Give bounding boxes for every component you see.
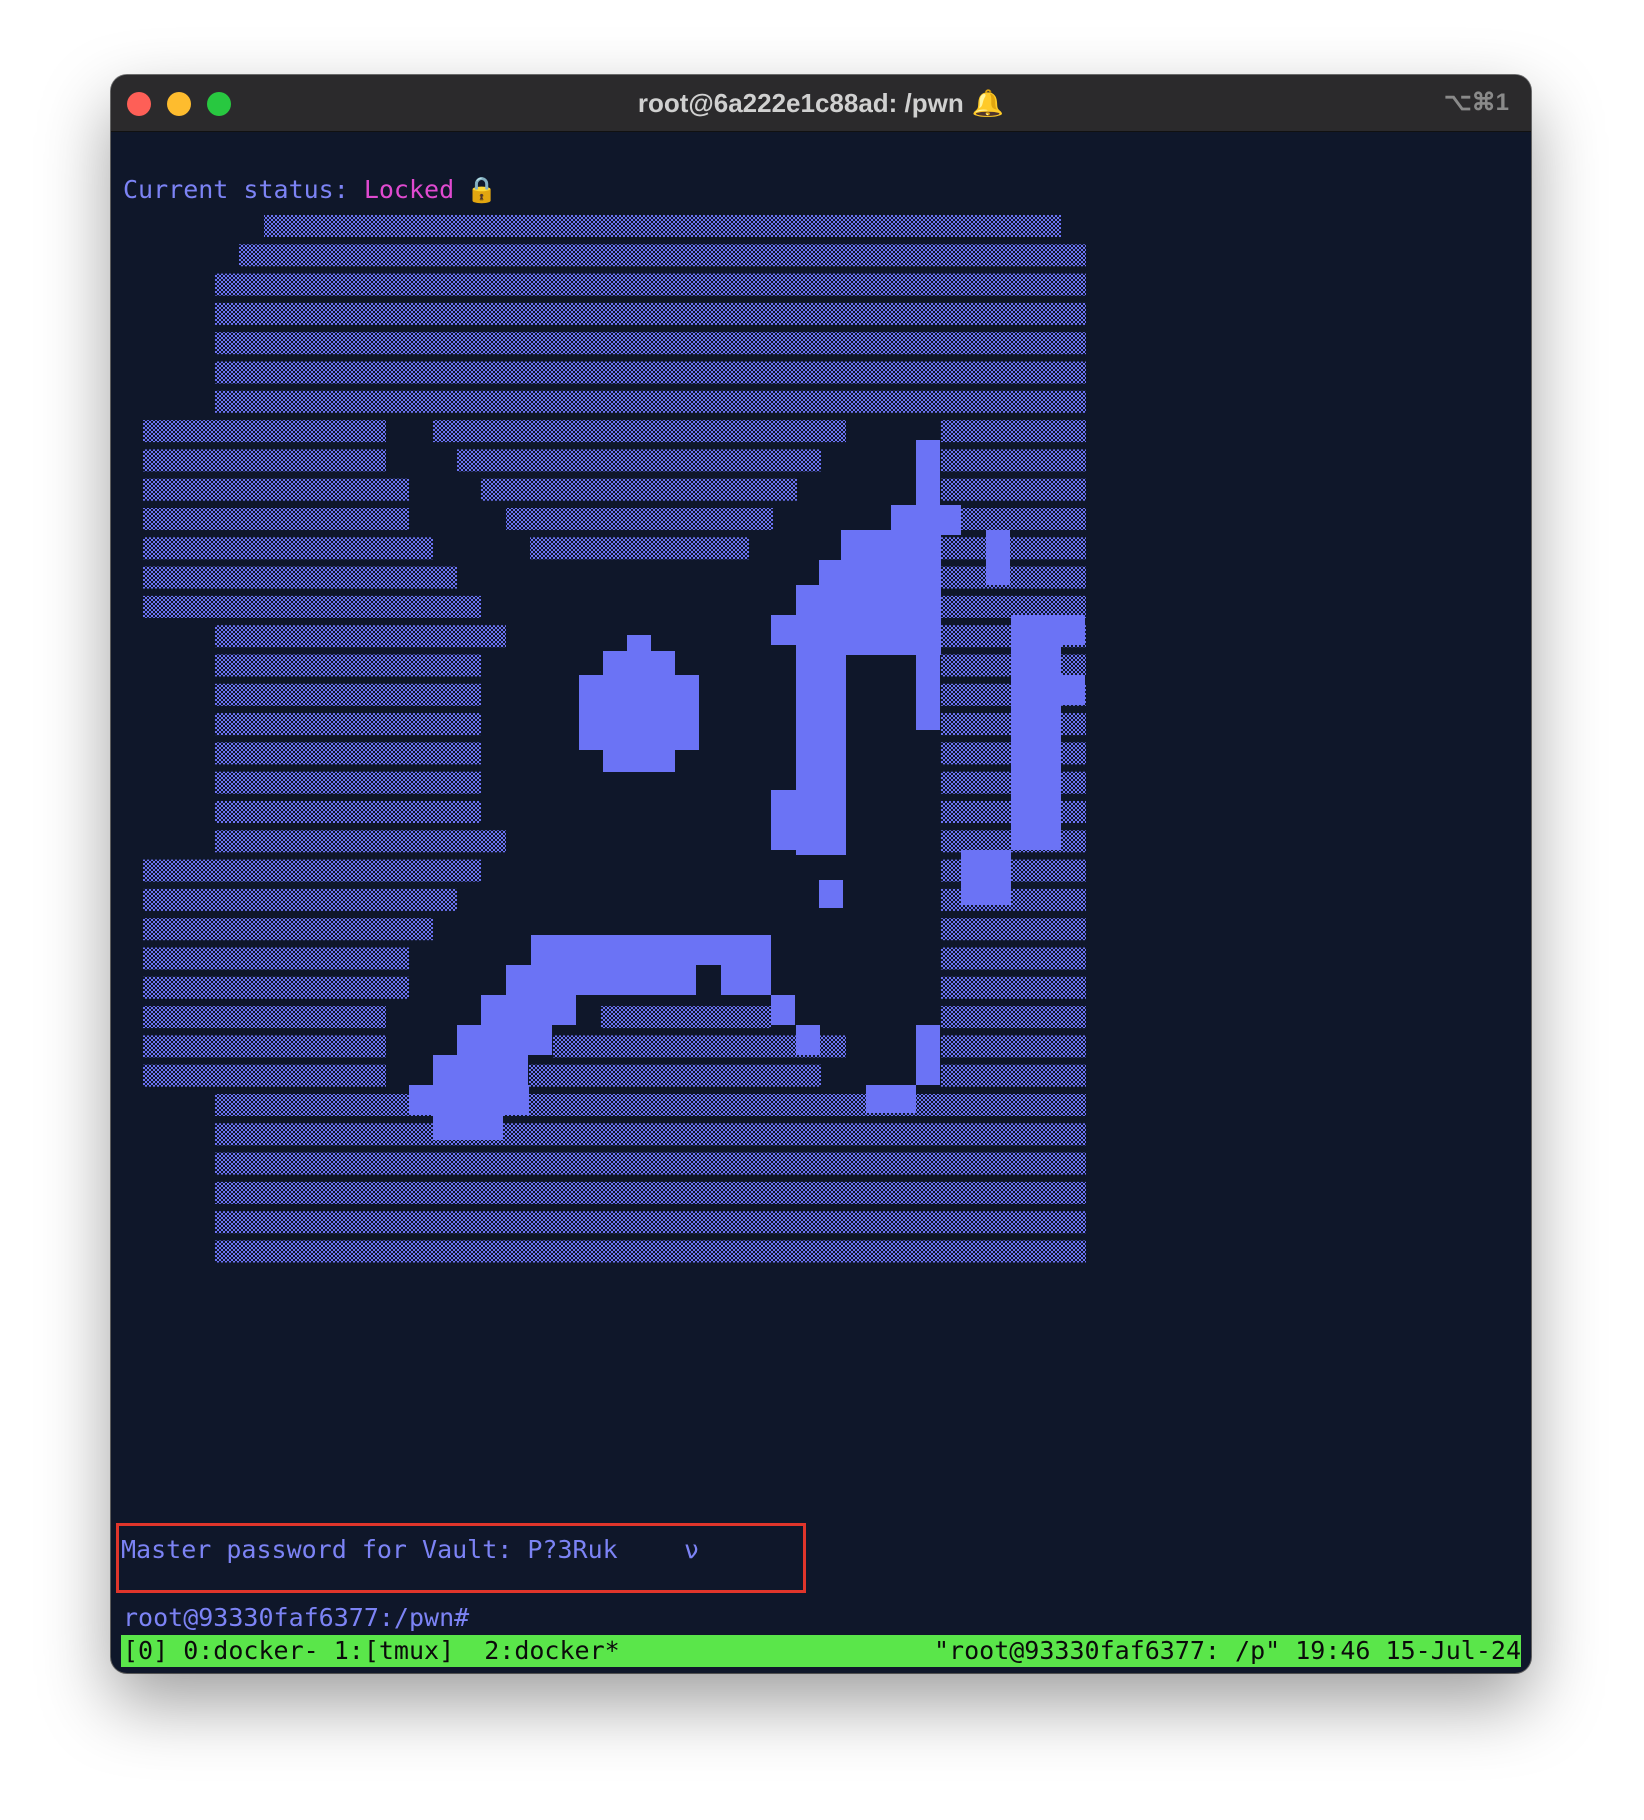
tmux-info: "root@93330faf6377: /p" 19:46 15-Jul-24: [934, 1636, 1521, 1665]
art-stripe: [215, 1094, 1086, 1116]
art-right-arm: [771, 790, 821, 850]
art-stripe: [239, 244, 1086, 267]
art-right-stripe: [941, 478, 1086, 501]
art-right-arm: [961, 850, 1011, 905]
art-lower-curve: [506, 965, 696, 995]
art-left-stripe: [143, 1035, 386, 1058]
art-lower-curve: [866, 1085, 916, 1113]
art-stripe: [264, 215, 1061, 237]
art-stripe: [215, 273, 1086, 296]
art-stripe: [215, 1123, 1086, 1146]
art-right-stripe: [941, 566, 1086, 589]
art-orb: [579, 675, 699, 750]
art-right-stripe: [941, 449, 1086, 472]
art-right-stripe: [941, 1006, 1086, 1029]
art-left-stripe: [215, 713, 481, 736]
art-left-stripe: [215, 801, 481, 823]
art-left-stripe: [143, 449, 386, 472]
art-left-stripe: [215, 830, 506, 853]
art-orb: [603, 651, 675, 675]
art-right-arm: [986, 530, 1010, 585]
art-stripe: [529, 1064, 821, 1087]
terminal-window: root@6a222e1c88ad: /pwn 🔔 ⌥⌘1 Current sta…: [111, 75, 1531, 1673]
art-right-arm: [771, 615, 866, 645]
art-stripe: [215, 302, 1086, 325]
art-stripe: [506, 508, 773, 530]
art-left-stripe: [215, 771, 481, 794]
art-left-stripe: [143, 918, 433, 941]
art-left-stripe: [143, 420, 386, 443]
art-right-stripe: [941, 1064, 1086, 1087]
art-left-stripe: [143, 537, 433, 560]
art-lower-curve: [916, 1025, 940, 1085]
art-left-stripe: [143, 508, 409, 530]
art-stripe: [481, 478, 797, 501]
art-left-stripe: [143, 478, 409, 501]
art-left-stripe: [143, 947, 409, 970]
art-right-arm: [1011, 615, 1061, 850]
art-right-stripe: [941, 420, 1086, 443]
art-right-stripe: [941, 537, 1086, 560]
art-stripe: [215, 1240, 1086, 1263]
shell-prompt[interactable]: root@93330faf6377:/pwn#: [123, 1603, 469, 1632]
art-lower-curve: [771, 995, 795, 1025]
art-stripe: [215, 361, 1086, 384]
art-left-stripe: [143, 595, 481, 618]
art-stripe: [530, 537, 749, 560]
art-lower-curve: [409, 1085, 529, 1115]
art-right-stripe: [941, 947, 1086, 970]
art-right-arm: [1061, 675, 1085, 705]
art-stripe: [215, 1211, 1086, 1234]
art-stripe: [433, 420, 846, 443]
art-lower-curve: [796, 1025, 820, 1055]
art-left-stripe: [143, 888, 457, 911]
art-right-stripe: [941, 918, 1086, 941]
art-right-arm: [819, 880, 843, 908]
art-right-arm: [1061, 615, 1085, 645]
art-left-stripe: [215, 625, 506, 648]
art-stripe: [457, 449, 821, 472]
art-right-stripe: [941, 595, 1086, 618]
art-stripe: [215, 1181, 1086, 1204]
art-left-stripe: [215, 742, 481, 765]
art-stripe: [601, 1006, 771, 1029]
art-left-stripe: [215, 654, 481, 677]
art-left-stripe: [143, 859, 481, 882]
art-right-stripe: [941, 1035, 1086, 1058]
tmux-status-bar: [0] 0:docker- 1:[tmux] 2:docker* "root@9…: [121, 1635, 1521, 1667]
ascii-art: [143, 215, 1086, 1263]
art-shapes: [143, 215, 1086, 1263]
art-left-stripe: [215, 683, 481, 706]
art-left-stripe: [143, 1064, 386, 1087]
art-stripe: [215, 1152, 1086, 1175]
art-right-stripe: [941, 976, 1086, 999]
art-orb: [603, 750, 675, 772]
art-left-stripe: [143, 976, 409, 999]
art-left-stripe: [143, 1006, 386, 1029]
art-lower-curve: [433, 1115, 503, 1140]
password-prompt[interactable]: Master password for Vault: P?3Ruk: [121, 1535, 618, 1564]
art-lower-curve: [481, 995, 576, 1025]
art-lower-curve: [433, 1055, 528, 1085]
cursor-glyph: ν: [684, 1535, 700, 1564]
art-stripe: [215, 390, 1086, 413]
art-left-stripe: [143, 566, 457, 589]
art-lower-curve: [721, 965, 771, 995]
tmux-windows[interactable]: [0] 0:docker- 1:[tmux] 2:docker*: [123, 1635, 620, 1667]
art-right-stripe: [941, 508, 1086, 530]
art-stripe: [215, 332, 1086, 355]
art-orb: [627, 635, 651, 651]
art-lower-curve: [457, 1025, 552, 1055]
art-lower-curve: [531, 935, 771, 965]
